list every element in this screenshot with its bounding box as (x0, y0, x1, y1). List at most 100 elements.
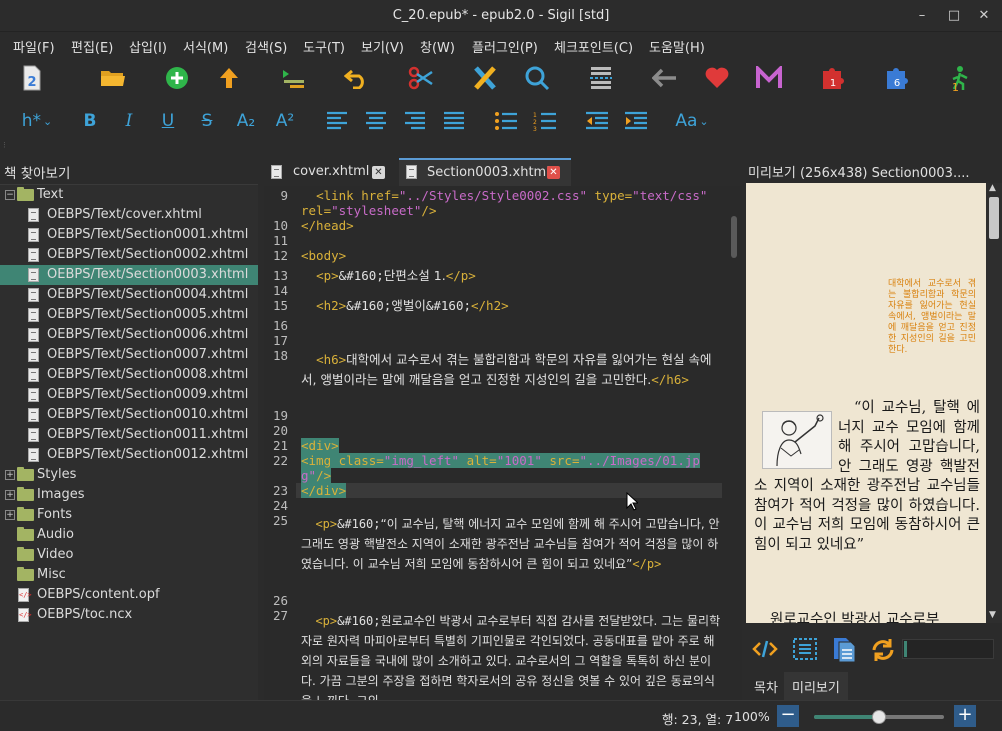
tree-folder-styles[interactable]: + Styles (0, 465, 258, 485)
insert-list-icon[interactable] (278, 63, 308, 93)
zoom-out-button[interactable]: − (777, 705, 799, 727)
italic-button[interactable]: I (114, 106, 144, 136)
tab-toc[interactable]: 목차 (746, 672, 786, 700)
tree-file[interactable]: OEBPS/Text/Section0002.xhtml (0, 245, 258, 265)
tree-folder-audio[interactable]: Audio (0, 525, 258, 545)
superscript-button[interactable]: A² (270, 106, 300, 136)
tree-folder-video[interactable]: Video (0, 545, 258, 565)
scroll-up-icon[interactable]: ▲ (989, 183, 996, 193)
expand-icon[interactable]: + (5, 470, 15, 480)
tree-file[interactable]: OEBPS/Text/Section0010.xhtml (0, 405, 258, 425)
bold-button[interactable]: B (75, 106, 105, 136)
code-line-21: <div> (301, 438, 339, 453)
menu-checkpoints[interactable]: 체크포인트(C) (554, 37, 633, 56)
plugin-red-icon[interactable]: 1 (818, 63, 848, 93)
maximize-button[interactable]: □ (944, 6, 964, 26)
tree-file[interactable]: OEBPS/Text/Section0007.xhtml (0, 345, 258, 365)
zoom-slider-handle[interactable] (872, 710, 886, 724)
decrease-indent-icon[interactable] (582, 106, 612, 136)
code-line-23: </div> (301, 483, 347, 498)
expand-icon[interactable]: + (5, 510, 15, 520)
menu-help[interactable]: 도움말(H) (649, 37, 705, 56)
collapse-icon[interactable]: − (5, 190, 15, 200)
code-editor[interactable]: 9 10 11 12 13 14 15 16 17 18 19 20 21 22… (264, 186, 742, 700)
close-tab-icon[interactable]: ✕ (547, 166, 560, 179)
metadata-editor-icon[interactable] (754, 63, 784, 93)
expand-icon[interactable]: + (5, 490, 15, 500)
tree-folder-text[interactable]: − Text (0, 185, 258, 205)
tree-file[interactable]: OEBPS/Text/cover.xhtml (0, 205, 258, 225)
menu-file[interactable]: 파일(F) (13, 37, 55, 56)
subscript-button[interactable]: A₂ (231, 106, 261, 136)
svg-text:1: 1 (830, 78, 836, 89)
tree-file[interactable]: OEBPS/Text/Section0009.xhtml (0, 385, 258, 405)
tree-folder-misc[interactable]: Misc (0, 565, 258, 585)
align-left-icon[interactable] (322, 106, 352, 136)
split-icon[interactable] (586, 63, 616, 93)
numbered-list-icon[interactable]: 123 (530, 106, 560, 136)
add-file-icon[interactable] (162, 63, 192, 93)
line-number: 19 (272, 408, 288, 423)
menu-insert[interactable]: 삽입(I) (129, 37, 167, 56)
menu-window[interactable]: 창(W) (420, 37, 455, 56)
tree-file[interactable]: OEBPS/Text/Section0006.xhtml (0, 325, 258, 345)
editor-scrollbar-thumb[interactable] (731, 216, 737, 258)
tab-preview[interactable]: 미리보기 (784, 672, 848, 700)
underline-button[interactable]: U (153, 106, 183, 136)
refresh-icon[interactable] (870, 637, 896, 667)
menu-search[interactable]: 검색(S) (245, 37, 287, 56)
zoom-in-button[interactable]: + (954, 705, 976, 727)
close-tab-icon[interactable]: ✕ (372, 166, 385, 179)
tree-file[interactable]: OEBPS/Text/Section0004.xhtml (0, 285, 258, 305)
case-dropdown[interactable]: Aa ⌄ (672, 106, 712, 136)
epub-version-icon[interactable]: 2 (17, 63, 47, 93)
strikethrough-button[interactable]: S (192, 106, 222, 136)
bullet-list-icon[interactable] (491, 106, 521, 136)
tree-file[interactable]: OEBPS/Text/Section0005.xhtml (0, 305, 258, 325)
tree-file-opf[interactable]: </> OEBPS/content.opf (0, 585, 258, 605)
menu-plugins[interactable]: 플러그인(P) (472, 37, 538, 56)
tree-file-selected[interactable]: OEBPS/Text/Section0003.xhtml (0, 265, 258, 285)
menu-view[interactable]: 보기(V) (361, 37, 404, 56)
tree-file-ncx[interactable]: </> OEBPS/toc.ncx (0, 605, 258, 625)
code-view-icon[interactable] (752, 638, 778, 664)
tree-file[interactable]: OEBPS/Text/Section0011.xhtml (0, 425, 258, 445)
back-arrow-icon[interactable] (650, 63, 680, 93)
tab-section0003[interactable]: Section0003.xhtml ✕ (399, 158, 571, 186)
align-center-icon[interactable] (361, 106, 391, 136)
plugin-blue-icon[interactable]: 6 (882, 63, 912, 93)
increase-indent-icon[interactable] (621, 106, 651, 136)
transform-icon[interactable] (470, 63, 500, 93)
plugin-runner-icon[interactable]: 1 (946, 63, 976, 93)
xhtml-file-icon (28, 348, 39, 362)
line-number: 17 (272, 333, 288, 348)
menu-tools[interactable]: 도구(T) (303, 37, 345, 56)
undo-icon[interactable] (342, 63, 372, 93)
align-right-icon[interactable] (400, 106, 430, 136)
tree-file[interactable]: OEBPS/Text/Section0008.xhtml (0, 365, 258, 385)
close-window-button[interactable]: ✕ (974, 6, 994, 26)
heading-dropdown[interactable]: h* ⌄ (18, 106, 56, 136)
menu-edit[interactable]: 편집(E) (71, 37, 113, 56)
tree-file[interactable]: OEBPS/Text/Section0001.xhtml (0, 225, 258, 245)
scroll-down-icon[interactable]: ▼ (989, 610, 996, 620)
align-justify-icon[interactable] (439, 106, 469, 136)
tab-cover[interactable]: cover.xhtml ✕ (264, 158, 397, 186)
preview-scrollbar[interactable]: ▲ ▼ (986, 183, 1002, 623)
inspect-icon[interactable] (792, 637, 818, 665)
open-folder-icon[interactable] (98, 63, 128, 93)
preview-scrollbar-thumb[interactable] (989, 197, 999, 239)
tree-file[interactable]: OEBPS/Text/Section0012.xhtml (0, 445, 258, 465)
zoom-slider[interactable] (814, 710, 944, 724)
preview-zoom-field[interactable] (902, 639, 994, 659)
heart-icon[interactable] (702, 63, 732, 93)
find-icon[interactable] (522, 63, 552, 93)
tree-folder-images[interactable]: + Images (0, 485, 258, 505)
move-up-icon[interactable] (214, 63, 244, 93)
tree-folder-fonts[interactable]: + Fonts (0, 505, 258, 525)
copy-icon[interactable] (832, 637, 856, 667)
editor-scrollbar[interactable] (728, 186, 740, 700)
cut-icon[interactable] (406, 63, 436, 93)
menu-format[interactable]: 서식(M) (183, 37, 228, 56)
minimize-button[interactable]: – (912, 6, 932, 26)
